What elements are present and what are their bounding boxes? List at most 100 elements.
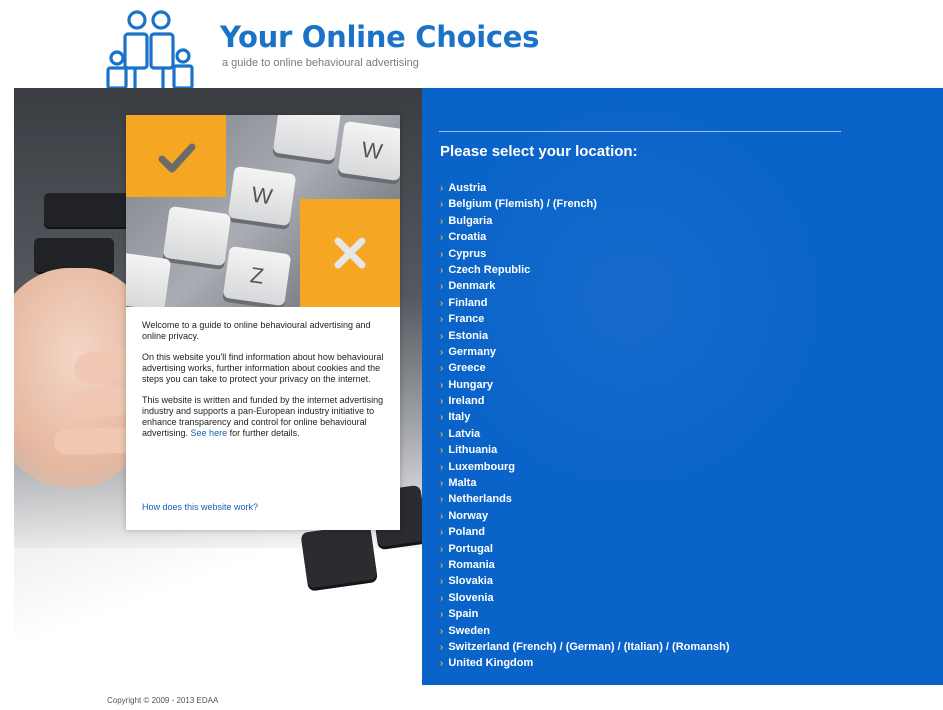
checkmark-icon: [158, 143, 196, 173]
country-link-italy[interactable]: › Italy: [440, 409, 729, 425]
country-label: Norway: [448, 509, 489, 522]
chevron-right-icon: ›: [440, 281, 444, 293]
chevron-right-icon: ›: [440, 527, 444, 539]
country-label: Poland: [448, 526, 486, 539]
chevron-right-icon: ›: [440, 559, 444, 571]
country-label: Italy: [448, 411, 471, 424]
keyboard-key: [44, 193, 134, 227]
keyboard-key: [300, 523, 378, 589]
site-title: Your Online Choices: [220, 20, 540, 54]
chevron-right-icon: ›: [440, 183, 444, 194]
chevron-right-icon: ›: [440, 445, 444, 457]
chevron-right-icon: ›: [440, 264, 444, 276]
location-panel: Please select your location: › Austria › B…: [422, 88, 943, 685]
site-tagline: a guide to online behavioural advertisin…: [222, 57, 419, 69]
funding-paragraph: This website is written and funded by th…: [142, 395, 386, 439]
country-link-ireland[interactable]: › Ireland: [440, 393, 729, 409]
country-label: Spain: [448, 608, 479, 621]
welcome-paragraph: Welcome to a guide to online behavioural…: [142, 320, 371, 341]
country-label: Czech Republic: [448, 263, 531, 276]
chevron-right-icon: ›: [440, 396, 444, 408]
country-link-hungary[interactable]: › Hungary: [440, 377, 729, 393]
country-label: Croatia: [448, 231, 487, 244]
country-link-belgium[interactable]: › Belgium (Flemish) / (French): [440, 196, 729, 212]
how-does-this-website-work-link[interactable]: How does this website work?: [142, 502, 258, 512]
country-label: Cyprus: [448, 247, 487, 260]
chevron-right-icon: ›: [440, 232, 444, 244]
welcome-text: Welcome to a guide to online behavioural…: [142, 320, 386, 449]
country-label: Estonia: [448, 329, 489, 342]
country-label: Belgium (Flemish) / (French): [448, 198, 597, 211]
country-label: Romania: [448, 558, 495, 571]
chevron-right-icon: ›: [440, 543, 444, 555]
country-link-cyprus[interactable]: › Cyprus: [440, 246, 729, 262]
chevron-right-icon: ›: [440, 461, 444, 473]
country-label: Latvia: [448, 427, 481, 440]
chevron-right-icon: ›: [440, 592, 444, 604]
country-link-sweden[interactable]: › Sweden: [440, 623, 729, 639]
country-link-austria[interactable]: › Austria: [440, 180, 729, 196]
chevron-right-icon: ›: [440, 658, 444, 670]
checkmark-tile: [126, 115, 226, 197]
country-link-luxembourg[interactable]: › Luxembourg: [440, 459, 729, 475]
country-link-denmark[interactable]: › Denmark: [440, 278, 729, 294]
copyright-text: Copyright © 2009 - 2013 EDAA: [107, 696, 219, 705]
country-label: Greece: [448, 362, 486, 375]
country-link-bulgaria[interactable]: › Bulgaria: [440, 213, 729, 229]
country-label: Switzerland (French) / (German) / (Itali…: [448, 640, 730, 653]
country-link-greece[interactable]: › Greece: [440, 360, 729, 376]
country-label: Netherlands: [448, 493, 512, 506]
chevron-right-icon: ›: [440, 609, 444, 621]
country-label: Hungary: [448, 378, 493, 391]
country-link-slovakia[interactable]: › Slovakia: [440, 573, 729, 589]
country-label: Slovakia: [448, 575, 493, 588]
country-link-czech-republic[interactable]: › Czech Republic: [440, 262, 729, 278]
country-link-switzerland[interactable]: › Switzerland (French) / (German) / (Ital…: [440, 639, 729, 655]
chevron-right-icon: ›: [440, 510, 444, 522]
country-link-finland[interactable]: › Finland: [440, 295, 729, 311]
country-link-poland[interactable]: › Poland: [440, 524, 729, 540]
finger-image: [53, 426, 135, 456]
chevron-right-icon: ›: [440, 297, 444, 309]
country-link-netherlands[interactable]: › Netherlands: [440, 491, 729, 507]
country-label: Luxembourg: [448, 460, 515, 473]
chevron-right-icon: ›: [440, 576, 444, 588]
country-link-germany[interactable]: › Germany: [440, 344, 729, 360]
country-link-malta[interactable]: › Malta: [440, 475, 729, 491]
country-link-united-kingdom[interactable]: › United Kingdom: [440, 655, 729, 671]
chevron-right-icon: ›: [440, 199, 444, 211]
chevron-right-icon: ›: [440, 625, 444, 637]
chevron-right-icon: ›: [440, 215, 444, 227]
country-link-romania[interactable]: › Romania: [440, 557, 729, 573]
chevron-right-icon: ›: [440, 494, 444, 506]
keyboard-key: [34, 238, 114, 272]
divider: [439, 131, 841, 132]
country-link-spain[interactable]: › Spain: [440, 606, 729, 622]
country-link-slovenia[interactable]: › Slovenia: [440, 590, 729, 606]
country-label: Bulgaria: [448, 214, 493, 227]
info-paragraph: On this website you'll find information …: [142, 352, 384, 384]
chevron-right-icon: ›: [440, 330, 444, 342]
country-label: Sweden: [448, 624, 490, 637]
country-label: Slovenia: [448, 591, 494, 604]
chevron-right-icon: ›: [440, 412, 444, 424]
location-heading: Please select your location:: [440, 143, 638, 160]
country-label: Portugal: [448, 542, 493, 555]
keyboard-key: [272, 115, 342, 162]
country-link-lithuania[interactable]: › Lithuania: [440, 442, 729, 458]
country-link-estonia[interactable]: › Estonia: [440, 328, 729, 344]
country-link-norway[interactable]: › Norway: [440, 508, 729, 524]
chevron-right-icon: ›: [440, 363, 444, 375]
keyboard-key: W: [337, 120, 400, 182]
country-link-latvia[interactable]: › Latvia: [440, 426, 729, 442]
country-link-france[interactable]: › France: [440, 311, 729, 327]
country-link-croatia[interactable]: › Croatia: [440, 229, 729, 245]
country-label: Denmark: [448, 280, 496, 293]
welcome-card: W W Z Welcome to a guide to online behav…: [126, 115, 400, 530]
cross-icon: [334, 237, 366, 269]
chevron-right-icon: ›: [440, 478, 444, 490]
country-link-portugal[interactable]: › Portugal: [440, 541, 729, 557]
keyboard-key: [126, 250, 172, 307]
country-label: Ireland: [448, 395, 485, 408]
see-here-link[interactable]: See here: [191, 428, 228, 438]
